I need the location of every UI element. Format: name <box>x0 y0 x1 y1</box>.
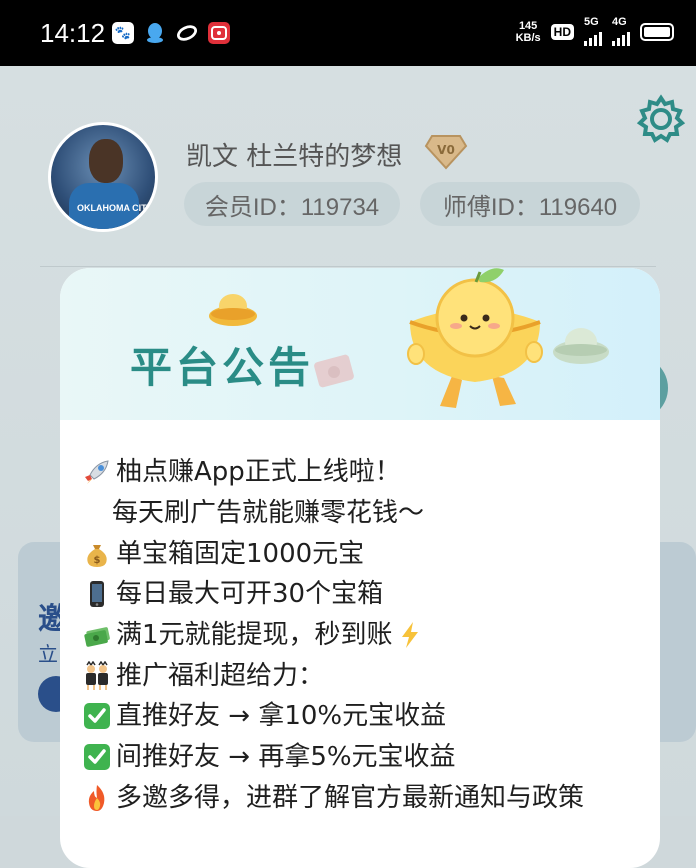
announcement-modal: 平台公告 柚点赚App正式上线啦！ 每天刷广告就能赚零花钱～ $ 单宝箱固定10… <box>60 268 660 868</box>
lightning-emoji-icon <box>393 618 427 652</box>
announcement-line: $ 单宝箱固定1000元宝 <box>80 533 650 574</box>
modal-header: 平台公告 <box>60 268 660 420</box>
invite-banner-subtitle: 立 <box>38 642 58 666</box>
avatar[interactable]: OKLAHOMA CITY <box>48 122 158 232</box>
baidu-icon: 🐾 <box>112 22 134 44</box>
network-4g-label: 4G <box>612 16 627 28</box>
vip-badge-icon: V0 <box>424 135 468 170</box>
jersey-text: OKLAHOMA CITY <box>77 203 153 213</box>
battery-icon <box>640 23 674 41</box>
clock: 14:12 <box>40 18 106 48</box>
rocket-emoji-icon <box>80 455 114 489</box>
money-icon <box>314 354 354 388</box>
hd-icon: HD <box>550 24 574 40</box>
settings-gear-icon[interactable] <box>634 92 688 146</box>
announcement-line: 每日最大可开30个宝箱 <box>80 574 650 615</box>
announcement-line-text: 间推好友 → 再拿5%元宝收益 <box>116 742 456 773</box>
pomelo-mascot-icon <box>407 268 543 408</box>
announcement-line: 柚点赚App正式上线啦！ <box>80 452 650 493</box>
notification-icons: 🐾 <box>112 22 230 44</box>
announcement-body: 柚点赚App正式上线啦！ 每天刷广告就能赚零花钱～ $ 单宝箱固定1000元宝 … <box>80 452 650 818</box>
announcement-line: 多邀多得，进群了解官方最新通知与政策 <box>80 778 650 819</box>
link-icon <box>176 22 198 44</box>
announcement-line-text: 多邀多得，进群了解官方最新通知与政策 <box>116 782 585 813</box>
announcement-line: 推广福利超给力： <box>80 655 650 696</box>
phone-emoji-icon <box>80 577 114 611</box>
money-bag-emoji-icon: $ <box>80 537 114 571</box>
network-5g-label: 5G <box>584 16 599 28</box>
check-emoji-icon <box>80 699 114 733</box>
speed-unit: KB/s <box>515 32 541 44</box>
announcement-line: 每天刷广告就能赚零花钱～ <box>80 493 650 534</box>
signal-4g-icon: 4G <box>612 16 630 46</box>
svg-text:$: $ <box>94 555 101 566</box>
system-indicators: 145 KB/s HD 5G 4G <box>516 16 674 46</box>
announcement-line-text: 推广福利超给力： <box>116 660 325 691</box>
announcement-line-text: 每天刷广告就能赚零花钱～ <box>112 498 425 529</box>
network-speed: 145 KB/s <box>516 20 541 44</box>
announcement-line-text: 单宝箱固定1000元宝 <box>116 538 365 569</box>
signal-5g-icon: 5G <box>584 16 602 46</box>
status-bar: 14:12 🐾 145 KB/s HD 5G 4G <box>0 0 696 66</box>
speed-value: 145 <box>518 20 538 32</box>
check-emoji-icon <box>80 740 114 774</box>
username: 凯文 杜兰特的梦想 <box>186 142 403 172</box>
vip-level: V0 <box>437 143 455 157</box>
announcement-line: 间推好友 → 再拿5%元宝收益 <box>80 737 650 778</box>
silver-ingot-icon <box>553 328 609 364</box>
announcement-line-text: 直推好友 → 拿10%元宝收益 <box>116 701 447 732</box>
fire-emoji-icon <box>80 781 114 815</box>
people-emoji-icon <box>80 659 114 693</box>
money-wings-emoji-icon <box>80 618 114 652</box>
announcement-line-text: 柚点赚App正式上线啦！ <box>116 457 401 488</box>
master-id-badge: 师傅ID：119640 <box>420 182 640 226</box>
announcement-line: 直推好友 → 拿10%元宝收益 <box>80 696 650 737</box>
announcement-line-text: 每日最大可开30个宝箱 <box>116 579 384 610</box>
announcement-line: 满1元就能提现，秒到账 <box>80 615 650 656</box>
divider <box>40 266 656 267</box>
announcement-line-text: 满1元就能提现，秒到账 <box>116 620 393 651</box>
gold-ingot-icon <box>209 294 257 326</box>
member-id-badge: 会员ID：119734 <box>184 182 400 226</box>
announcement-title: 平台公告 <box>130 343 315 392</box>
message-icon <box>208 22 230 44</box>
qq-icon <box>144 22 166 44</box>
